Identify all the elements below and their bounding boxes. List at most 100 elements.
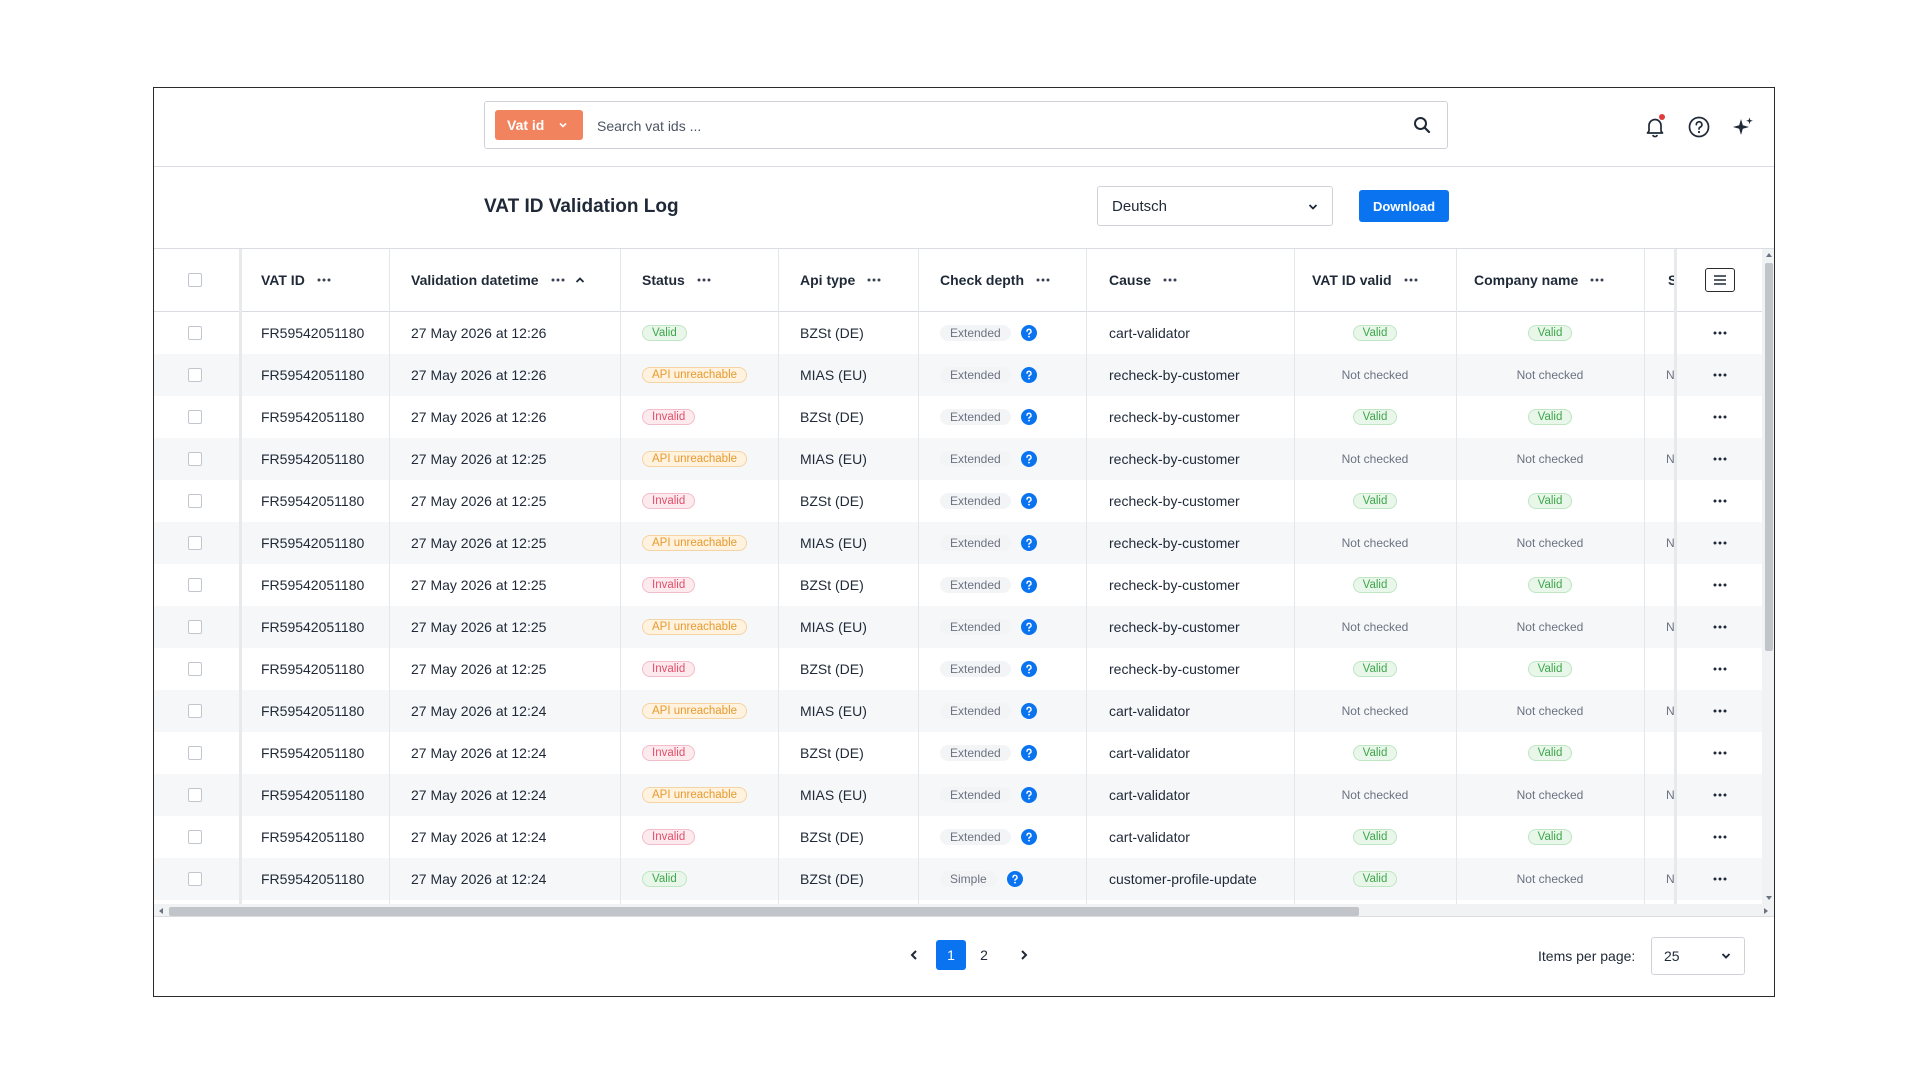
language-select[interactable]: Deutsch	[1097, 186, 1333, 226]
select-all-checkbox[interactable]	[188, 273, 202, 287]
column-header-company-name[interactable]: Company name	[1474, 249, 1604, 311]
more-horizontal-icon[interactable]	[1713, 373, 1727, 377]
ai-assistant-button[interactable]	[1730, 114, 1756, 140]
download-button[interactable]: Download	[1359, 190, 1449, 222]
column-header-cause[interactable]: Cause	[1109, 249, 1177, 311]
table-row[interactable]: FR59542051180 27 May 2026 at 12:24 API unr…	[154, 774, 1774, 816]
table-row[interactable]: FR59542051180 27 May 2026 at 12:25 API unr…	[154, 522, 1774, 564]
next-page-button[interactable]	[1009, 940, 1039, 970]
table-row[interactable]: FR59542051180 27 May 2026 at 12:24 Invalid…	[154, 732, 1774, 774]
table-row[interactable]: FR59542051180 27 May 2026 at 12:26 Invalid…	[154, 396, 1774, 438]
help-circle-icon[interactable]	[1020, 829, 1037, 845]
column-header-vat-id-valid[interactable]: VAT ID valid	[1312, 249, 1418, 311]
row-checkbox[interactable]	[188, 704, 202, 718]
more-horizontal-icon[interactable]	[1713, 751, 1727, 755]
table-row[interactable]: FR59542051180 27 May 2026 at 12:25 Invalid…	[154, 564, 1774, 606]
help-circle-icon[interactable]	[1020, 577, 1037, 593]
row-checkbox[interactable]	[188, 368, 202, 382]
column-header-validation-datetime[interactable]: Validation datetime	[411, 249, 585, 311]
more-horizontal-icon[interactable]	[1713, 625, 1727, 629]
more-horizontal-icon[interactable]	[551, 278, 565, 282]
more-horizontal-icon[interactable]	[1713, 457, 1727, 461]
column-header-api-type[interactable]: Api type	[800, 249, 881, 311]
row-actions-button[interactable]	[1677, 438, 1762, 480]
page-2-button[interactable]: 2	[969, 940, 999, 970]
help-circle-icon[interactable]	[1006, 871, 1023, 887]
more-horizontal-icon[interactable]	[1713, 709, 1727, 713]
row-actions-button[interactable]	[1677, 606, 1762, 648]
row-checkbox[interactable]	[188, 536, 202, 550]
column-header-check-depth[interactable]: Check depth	[940, 249, 1050, 311]
vertical-scrollbar-thumb[interactable]	[1765, 263, 1773, 651]
row-actions-button[interactable]	[1677, 312, 1762, 354]
help-circle-icon[interactable]	[1020, 661, 1037, 677]
row-checkbox[interactable]	[188, 830, 202, 844]
more-horizontal-icon[interactable]	[1713, 877, 1727, 881]
row-actions-button[interactable]	[1677, 522, 1762, 564]
row-actions-button[interactable]	[1677, 816, 1762, 858]
table-row[interactable]: FR59542051180 27 May 2026 at 12:26 Valid BZ…	[154, 312, 1774, 354]
more-horizontal-icon[interactable]	[1713, 331, 1727, 335]
scroll-up-icon[interactable]	[1764, 251, 1774, 259]
help-circle-icon[interactable]	[1020, 451, 1037, 467]
row-actions-button[interactable]	[1677, 732, 1762, 774]
more-horizontal-icon[interactable]	[1036, 278, 1050, 282]
scroll-down-icon[interactable]	[1764, 894, 1774, 902]
row-checkbox[interactable]	[188, 872, 202, 886]
row-actions-button[interactable]	[1677, 564, 1762, 606]
more-horizontal-icon[interactable]	[1713, 499, 1727, 503]
horizontal-scrollbar-thumb[interactable]	[169, 907, 1359, 916]
items-per-page-select[interactable]: 25	[1651, 937, 1745, 975]
help-circle-icon[interactable]	[1020, 619, 1037, 635]
row-checkbox[interactable]	[188, 746, 202, 760]
table-row[interactable]: FR59542051180 27 May 2026 at 12:24 Invalid…	[154, 816, 1774, 858]
row-checkbox[interactable]	[188, 578, 202, 592]
row-checkbox[interactable]	[188, 494, 202, 508]
scroll-left-icon[interactable]	[157, 906, 165, 916]
help-circle-icon[interactable]	[1020, 787, 1037, 803]
row-actions-button[interactable]	[1677, 480, 1762, 522]
column-header-status[interactable]: Status	[642, 249, 711, 311]
table-row[interactable]: FR59542051180 27 May 2026 at 12:25 API unr…	[154, 606, 1774, 648]
sort-ascending-icon[interactable]	[575, 276, 585, 284]
row-actions-button[interactable]	[1677, 648, 1762, 690]
help-circle-icon[interactable]	[1020, 367, 1037, 383]
more-horizontal-icon[interactable]	[1590, 278, 1604, 282]
column-settings-button[interactable]	[1705, 268, 1735, 292]
scroll-right-icon[interactable]	[1762, 906, 1770, 916]
help-circle-icon[interactable]	[1020, 325, 1037, 341]
table-row[interactable]: FR59542051180 27 May 2026 at 12:26 API unr…	[154, 354, 1774, 396]
row-checkbox[interactable]	[188, 662, 202, 676]
search-icon[interactable]	[1413, 116, 1431, 134]
notifications-button[interactable]	[1642, 114, 1668, 140]
row-actions-button[interactable]	[1677, 858, 1762, 900]
column-header-vat-id[interactable]: VAT ID	[261, 249, 331, 311]
help-circle-icon[interactable]	[1020, 409, 1037, 425]
search-input[interactable]	[595, 110, 1379, 142]
more-horizontal-icon[interactable]	[1713, 835, 1727, 839]
page-1-button[interactable]: 1	[936, 940, 966, 970]
search-type-dropdown[interactable]: Vat id	[495, 110, 583, 140]
row-checkbox[interactable]	[188, 410, 202, 424]
more-horizontal-icon[interactable]	[1404, 278, 1418, 282]
help-circle-icon[interactable]	[1020, 535, 1037, 551]
row-actions-button[interactable]	[1677, 354, 1762, 396]
more-horizontal-icon[interactable]	[1713, 415, 1727, 419]
row-actions-button[interactable]	[1677, 396, 1762, 438]
help-circle-icon[interactable]	[1020, 745, 1037, 761]
more-horizontal-icon[interactable]	[1713, 583, 1727, 587]
row-checkbox[interactable]	[188, 452, 202, 466]
help-circle-icon[interactable]	[1020, 493, 1037, 509]
more-horizontal-icon[interactable]	[317, 278, 331, 282]
more-horizontal-icon[interactable]	[697, 278, 711, 282]
row-actions-button[interactable]	[1677, 774, 1762, 816]
table-row[interactable]: FR59542051180 27 May 2026 at 12:25 Invalid…	[154, 648, 1774, 690]
row-checkbox[interactable]	[188, 788, 202, 802]
table-row[interactable]: FR59542051180 27 May 2026 at 12:25 API unr…	[154, 438, 1774, 480]
more-horizontal-icon[interactable]	[1713, 541, 1727, 545]
help-button[interactable]	[1686, 114, 1712, 140]
more-horizontal-icon[interactable]	[867, 278, 881, 282]
more-horizontal-icon[interactable]	[1713, 667, 1727, 671]
table-row[interactable]: FR59542051180 27 May 2026 at 12:25 Invalid…	[154, 480, 1774, 522]
row-checkbox[interactable]	[188, 326, 202, 340]
